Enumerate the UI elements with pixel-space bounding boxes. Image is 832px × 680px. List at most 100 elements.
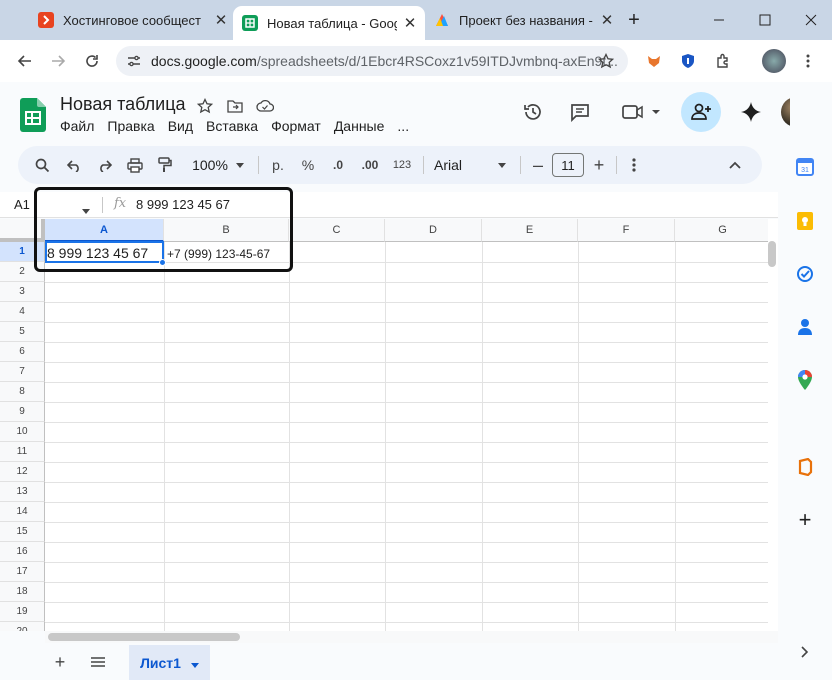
font-dropdown-icon[interactable] <box>494 146 510 184</box>
site-info-icon[interactable] <box>123 50 145 72</box>
star-icon[interactable] <box>195 96 215 116</box>
column-header-f[interactable]: F <box>578 219 675 242</box>
close-tab-icon[interactable]: ✕ <box>401 14 419 32</box>
menu-data[interactable]: Данные <box>334 118 385 134</box>
close-window-button[interactable] <box>788 0 832 40</box>
get-addons-icon[interactable]: + <box>794 507 816 532</box>
cloud-saved-icon[interactable] <box>255 96 275 116</box>
decrease-font-size-button[interactable]: – <box>528 146 548 184</box>
fox-extension-icon[interactable] <box>642 49 666 73</box>
calendar-icon[interactable]: 31 <box>794 156 816 178</box>
forward-arrow-icon[interactable] <box>46 49 70 73</box>
bookmark-star-icon[interactable] <box>594 49 618 73</box>
column-header-e[interactable]: E <box>482 219 578 242</box>
row-header[interactable]: 14 <box>0 502 45 522</box>
browser-menu-icon[interactable] <box>796 49 820 73</box>
row-header[interactable]: 18 <box>0 582 45 602</box>
maximize-button[interactable] <box>742 0 788 40</box>
vertical-scroll-thumb[interactable] <box>768 241 776 267</box>
tab-sheets[interactable]: Новая таблица - Google ✕ <box>233 6 425 40</box>
reload-icon[interactable] <box>80 49 104 73</box>
increase-font-size-button[interactable]: + <box>589 146 609 184</box>
contacts-icon[interactable] <box>794 316 816 338</box>
back-arrow-icon[interactable] <box>13 49 37 73</box>
grid-line <box>45 382 768 383</box>
sheet-tab-dropdown-icon[interactable] <box>190 655 199 671</box>
column-header-d[interactable]: D <box>385 219 482 242</box>
comments-icon[interactable] <box>566 98 594 126</box>
font-size-input[interactable]: 11 <box>552 153 584 177</box>
row-header[interactable]: 19 <box>0 602 45 622</box>
menu-file[interactable]: Файл <box>60 118 94 134</box>
share-button[interactable] <box>681 92 721 132</box>
grid-line <box>45 302 768 303</box>
profile-avatar[interactable] <box>762 49 786 73</box>
percent-format-button[interactable]: % <box>298 146 318 184</box>
close-tab-icon[interactable]: ✕ <box>212 11 230 29</box>
zoom-select[interactable]: 100% <box>188 146 232 184</box>
spreadsheet-grid[interactable]: A B C D E F G 1 2 3 4 5 6 7 8 9 10 11 12… <box>0 219 768 631</box>
menu-more[interactable]: ... <box>397 118 409 134</box>
row-header[interactable]: 6 <box>0 342 45 362</box>
name-box[interactable]: A1 <box>14 197 30 212</box>
keep-icon[interactable] <box>794 210 816 232</box>
column-header-g[interactable]: G <box>675 219 768 242</box>
row-header[interactable]: 17 <box>0 562 45 582</box>
row-header[interactable]: 16 <box>0 542 45 562</box>
sheets-logo-icon[interactable] <box>20 98 46 132</box>
row-header[interactable]: 5 <box>0 322 45 342</box>
gemini-sparkle-icon[interactable] <box>737 98 765 126</box>
new-tab-button[interactable]: + <box>617 0 651 40</box>
vertical-scrollbar[interactable] <box>768 219 778 631</box>
menu-view[interactable]: Вид <box>168 118 193 134</box>
horizontal-scroll-thumb[interactable] <box>48 633 240 641</box>
tasks-icon[interactable] <box>794 263 816 285</box>
all-sheets-icon[interactable] <box>88 652 108 672</box>
row-header[interactable]: 15 <box>0 522 45 542</box>
close-tab-icon[interactable]: ✕ <box>598 11 616 29</box>
minimize-button[interactable] <box>696 0 742 40</box>
column-header-c[interactable]: C <box>289 219 385 242</box>
row-header[interactable]: 7 <box>0 362 45 382</box>
undo-icon[interactable] <box>62 146 86 184</box>
row-header[interactable]: 9 <box>0 402 45 422</box>
row-header[interactable]: 13 <box>0 482 45 502</box>
document-title[interactable]: Новая таблица <box>60 94 186 115</box>
shield-extension-icon[interactable] <box>676 49 700 73</box>
increase-decimal-button[interactable]: .00 <box>356 146 384 184</box>
meet-video-icon[interactable] <box>620 98 664 126</box>
row-header[interactable]: 3 <box>0 282 45 302</box>
print-icon[interactable] <box>123 146 147 184</box>
row-header[interactable]: 8 <box>0 382 45 402</box>
redo-icon[interactable] <box>92 146 116 184</box>
move-folder-icon[interactable] <box>225 96 245 116</box>
row-header[interactable]: 10 <box>0 422 45 442</box>
expand-side-panel-icon[interactable] <box>794 641 816 663</box>
row-header[interactable]: 11 <box>0 442 45 462</box>
decrease-decimal-button[interactable]: .0 <box>326 146 350 184</box>
sheet-tab[interactable]: Лист1 <box>129 645 210 680</box>
menu-insert[interactable]: Вставка <box>206 118 258 134</box>
more-formats-button[interactable]: 123 <box>390 146 414 184</box>
version-history-icon[interactable] <box>519 98 547 126</box>
office-addon-icon[interactable] <box>794 456 816 478</box>
row-header[interactable]: 20 <box>0 622 45 631</box>
tab-hosting[interactable]: Хостинговое сообщест ✕ <box>38 6 230 34</box>
font-select[interactable]: Arial <box>434 146 474 184</box>
tab-project[interactable]: Проект без названия - F ✕ <box>434 6 616 34</box>
browser-window: Хостинговое сообщест ✕ Новая таблица - G… <box>0 0 832 680</box>
currency-format-button[interactable]: р. <box>268 146 288 184</box>
address-bar[interactable]: docs.google.com /spreadsheets/d/1Ebcr4RS… <box>116 46 628 76</box>
row-header[interactable]: 4 <box>0 302 45 322</box>
maps-icon[interactable] <box>794 369 816 391</box>
zoom-dropdown-icon[interactable] <box>232 146 248 184</box>
collapse-menu-icon[interactable] <box>724 146 746 184</box>
extensions-puzzle-icon[interactable] <box>711 49 735 73</box>
more-options-icon[interactable] <box>626 146 642 184</box>
paint-format-icon[interactable] <box>153 146 177 184</box>
search-menus-icon[interactable] <box>30 146 54 184</box>
menu-format[interactable]: Формат <box>271 118 321 134</box>
row-header[interactable]: 12 <box>0 462 45 482</box>
menu-edit[interactable]: Правка <box>107 118 154 134</box>
add-sheet-icon[interactable]: + <box>50 652 70 672</box>
